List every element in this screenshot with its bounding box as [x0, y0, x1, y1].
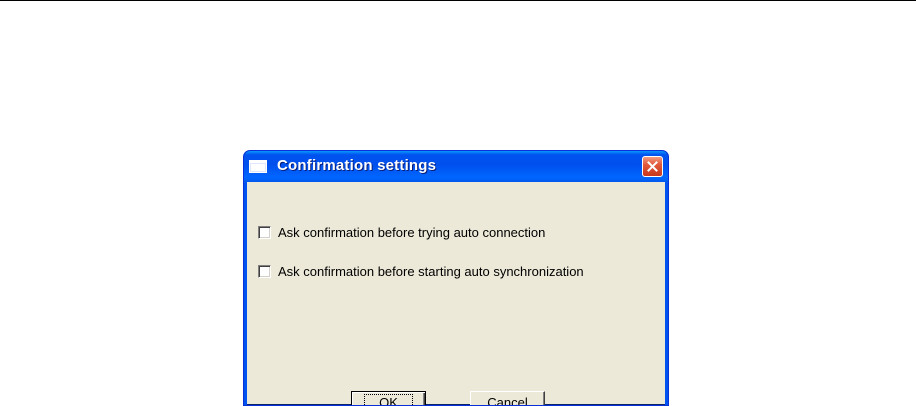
auto-synchronization-checkbox[interactable] [258, 264, 271, 278]
cancel-button-label: Cancel [487, 395, 528, 406]
window-icon [249, 160, 267, 173]
auto-synchronization-label[interactable]: Ask confirmation before starting auto sy… [278, 264, 584, 279]
dialog-titlebar[interactable]: Confirmation settings [244, 151, 668, 182]
close-icon [647, 161, 658, 172]
option-auto-synchronization[interactable]: Ask confirmation before starting auto sy… [258, 263, 584, 279]
top-divider [0, 0, 916, 1]
auto-connection-label[interactable]: Ask confirmation before trying auto conn… [278, 225, 545, 240]
dialog-title: Confirmation settings [277, 157, 437, 174]
dialog-client-area: Ask confirmation before trying auto conn… [247, 182, 665, 406]
auto-connection-checkbox[interactable] [258, 225, 271, 239]
ok-button-label: OK [364, 394, 413, 405]
dialog-frame-right [665, 182, 668, 405]
confirmation-settings-dialog: Confirmation settings Ask confirmation b… [243, 150, 669, 406]
close-button[interactable] [642, 156, 663, 177]
option-auto-connection[interactable]: Ask confirmation before trying auto conn… [258, 224, 545, 240]
